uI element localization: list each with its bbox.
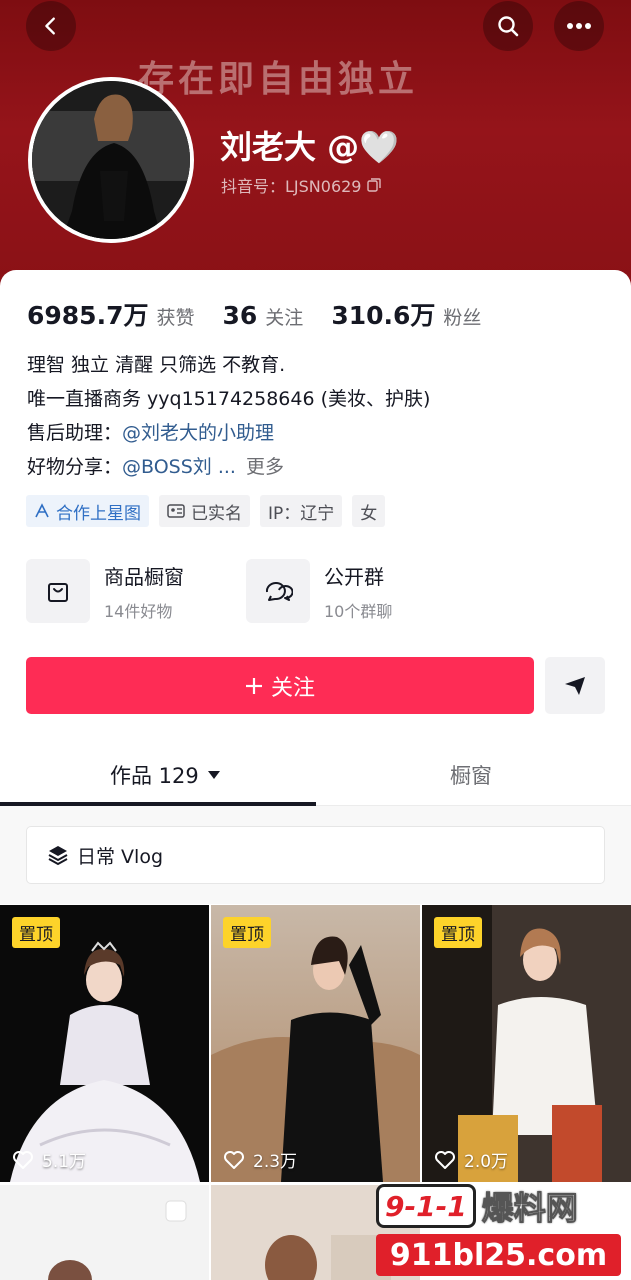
bio-line-2: 唯一直播商务 yyq15174258646 (美妆、护肤)	[27, 388, 431, 410]
profile-tags: 合作上星图 已实名 IP：辽宁 女	[26, 495, 386, 527]
video-tile[interactable]: 置顶 2.0万	[422, 905, 631, 1182]
send-icon	[565, 676, 585, 695]
stat-following[interactable]: 36 关注	[223, 301, 304, 330]
public-group-title: 公开群	[324, 564, 384, 589]
video-likes-count: 2.3万	[253, 1152, 298, 1172]
douyin-id-text: 抖音号：LJSN0629	[221, 177, 362, 196]
bio-line-3: 售后助理：@刘老大的小助理	[27, 416, 430, 450]
stats-row: 6985.7万 获赞 36 关注 310.6万 粉丝	[27, 296, 509, 332]
shop-window-count: 14件好物	[104, 601, 173, 621]
search-icon	[498, 16, 519, 37]
stat-likes-label: 获赞	[156, 307, 195, 329]
layers-icon	[48, 846, 68, 866]
video-likes: 2.3万	[223, 1147, 297, 1172]
video-tile[interactable]: 置顶 5.1万	[0, 905, 209, 1182]
tab-works-label: 作品 129	[110, 764, 199, 788]
back-button[interactable]	[26, 1, 76, 51]
pinned-badge: 置顶	[434, 917, 482, 948]
plus-icon	[245, 677, 262, 694]
watermark-number: 9-1-1	[376, 1184, 476, 1228]
bio-assistant-link[interactable]: @刘老大的小助理	[122, 422, 274, 444]
feature-entries: 商品橱窗 14件好物 公开群 10个群聊	[26, 559, 466, 623]
stat-following-label: 关注	[265, 307, 304, 329]
collection-vlog[interactable]: 日常 Vlog	[26, 826, 605, 884]
search-button[interactable]	[483, 1, 533, 51]
heart-icon	[435, 1150, 455, 1169]
video-tile[interactable]: 置顶 2.3万	[211, 905, 420, 1182]
tag-verified[interactable]: 已实名	[159, 495, 250, 527]
public-group-count: 10个群聊	[324, 601, 393, 621]
star-map-icon	[35, 503, 49, 518]
stat-followers-label: 粉丝	[443, 307, 482, 329]
collection-label: 日常 Vlog	[77, 845, 164, 868]
send-message-button[interactable]	[545, 657, 605, 714]
tab-works[interactable]: 作品 129	[110, 760, 221, 790]
tab-showcase[interactable]: 橱窗	[450, 760, 492, 790]
copy-icon[interactable]	[367, 178, 382, 192]
stat-followers[interactable]: 310.6万 粉丝	[331, 296, 481, 332]
shop-window-entry[interactable]: 商品橱窗 14件好物	[26, 559, 246, 623]
heart-icon	[13, 1150, 33, 1169]
heart-icon	[224, 1150, 244, 1169]
content-tabs: 作品 129 橱窗	[0, 744, 631, 806]
id-card-icon	[167, 504, 185, 518]
more-dots-icon	[567, 23, 591, 29]
video-thumbnail	[0, 1185, 209, 1280]
shop-window-title: 商品橱窗	[104, 564, 184, 589]
bio-share-link[interactable]: @BOSS刘 ...	[122, 456, 236, 478]
back-arrow-icon	[45, 17, 55, 35]
douyin-id[interactable]: 抖音号：LJSN0629	[221, 173, 382, 197]
video-likes: 5.1万	[12, 1147, 86, 1172]
tag-gender-label: 女	[360, 503, 378, 524]
follow-label: 关注	[270, 675, 315, 701]
video-likes: 2.0万	[434, 1147, 508, 1172]
tag-ip: IP：辽宁	[260, 495, 343, 527]
public-group-entry[interactable]: 公开群 10个群聊	[246, 559, 466, 623]
stat-likes[interactable]: 6985.7万 获赞	[27, 296, 195, 332]
bio-assistant-label: 售后助理：	[27, 422, 123, 444]
video-tile[interactable]	[0, 1185, 209, 1280]
bio-line-1: 理智 独立 清醒 只筛选 不教育.	[27, 354, 286, 376]
tag-verified-label: 已实名	[191, 503, 242, 524]
bio-share-label: 好物分享：	[27, 456, 123, 478]
caret-down-icon	[207, 771, 220, 779]
bio-more-link[interactable]: 更多	[246, 456, 284, 478]
follow-button[interactable]: 关注	[26, 657, 534, 714]
site-watermark: 9-1-1 爆料网 911bl25.com	[376, 1182, 626, 1278]
watermark-domain: 911bl25.com	[376, 1234, 621, 1276]
avatar[interactable]	[28, 77, 194, 243]
bio-line-4: 好物分享：@BOSS刘 ... 更多	[27, 450, 430, 484]
more-button[interactable]	[554, 1, 604, 51]
stat-likes-count: 6985.7万	[27, 301, 149, 330]
group-chat-icon	[246, 559, 310, 623]
nickname: 刘老大 @🤍	[220, 122, 399, 168]
nickname-text: 刘老大 @🤍	[220, 128, 399, 166]
tag-ip-label: IP：辽宁	[268, 503, 335, 524]
video-likes-count: 5.1万	[42, 1152, 87, 1172]
watermark-top: 9-1-1 爆料网	[376, 1182, 578, 1230]
stat-following-count: 36	[222, 301, 258, 330]
avatar-photo	[32, 81, 190, 239]
pinned-badge: 置顶	[12, 917, 60, 948]
tag-gender: 女	[352, 495, 386, 527]
stat-followers-count: 310.6万	[331, 301, 436, 330]
video-likes-count: 2.0万	[464, 1152, 509, 1172]
watermark-cn: 爆料网	[481, 1189, 578, 1228]
tag-star-map-label: 合作上星图	[56, 503, 141, 524]
shopping-bag-icon	[26, 559, 90, 623]
banner-text: 存在即自由独立	[138, 58, 419, 100]
tag-star-map[interactable]: 合作上星图	[26, 495, 149, 527]
bio: 理智 独立 清醒 只筛选 不教育. 唯一直播商务 yyq15174258646 …	[27, 348, 430, 484]
pinned-badge: 置顶	[223, 917, 271, 948]
